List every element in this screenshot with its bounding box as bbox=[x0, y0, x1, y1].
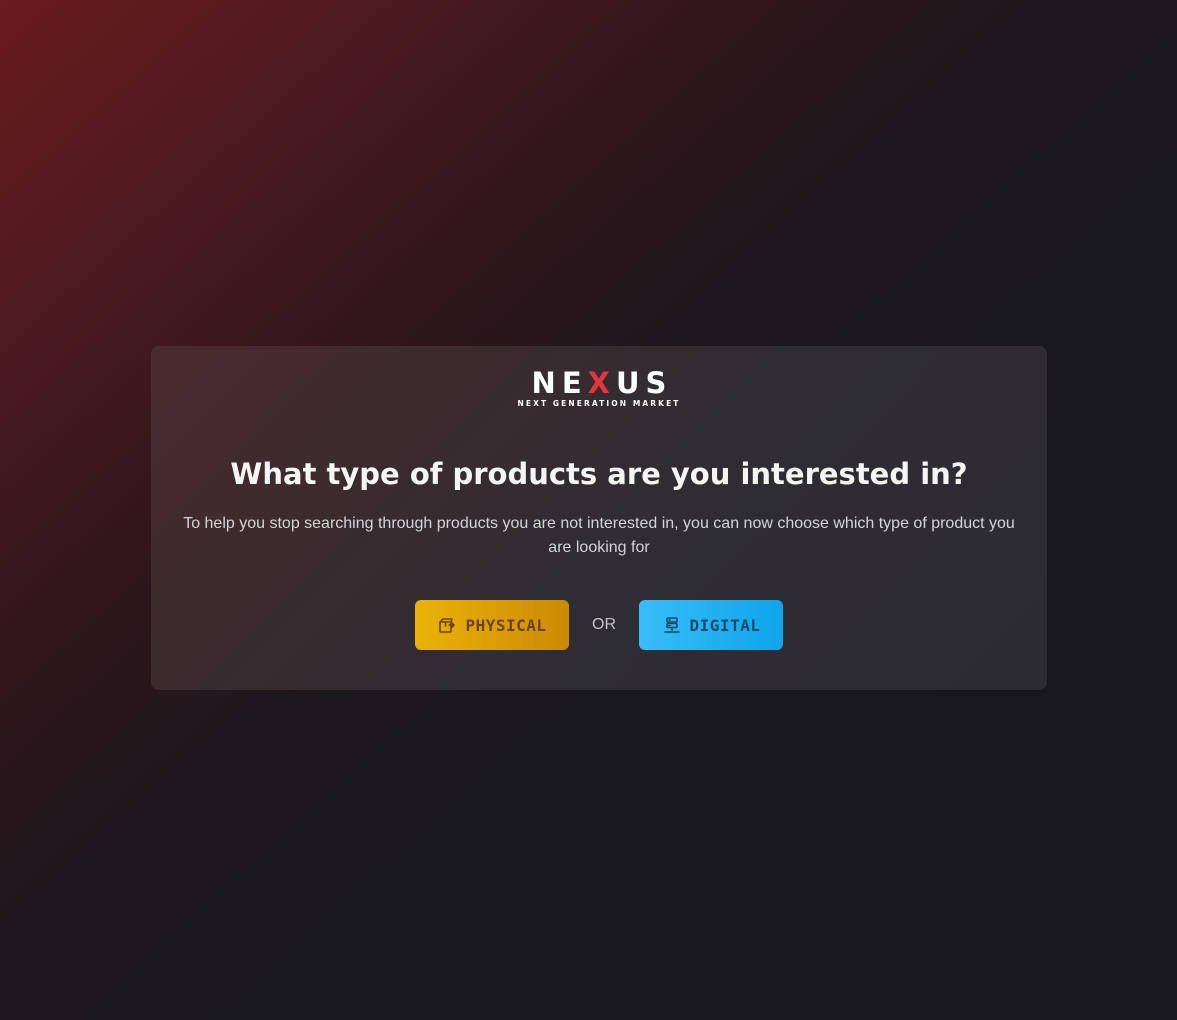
page-description: To help you stop searching through produ… bbox=[183, 515, 1015, 556]
server-icon bbox=[663, 617, 680, 633]
logo-tagline: NEXT GENERATION MARKET bbox=[517, 399, 681, 408]
product-type-modal: NEXUS NEXT GENERATION MARKET What type o… bbox=[151, 346, 1047, 690]
digital-button[interactable]: DIGITAL bbox=[639, 600, 783, 650]
logo-wordmark: NEXUS bbox=[526, 368, 673, 398]
or-separator: OR bbox=[592, 616, 616, 633]
product-type-choices: PHYSICAL OR DIGITAL bbox=[151, 600, 1047, 650]
nexus-logo: NEXUS NEXT GENERATION MARKET bbox=[151, 368, 1047, 410]
physical-button-label: PHYSICAL bbox=[465, 615, 547, 635]
digital-button-label: DIGITAL bbox=[689, 615, 761, 635]
page-title: What type of products are you interested… bbox=[230, 457, 968, 491]
physical-button[interactable]: PHYSICAL bbox=[415, 600, 569, 650]
package-icon bbox=[439, 618, 456, 633]
logo-wordmark-start: NE bbox=[531, 366, 588, 400]
logo-wordmark-x: X bbox=[587, 366, 616, 400]
logo-wordmark-end: US bbox=[616, 366, 673, 400]
